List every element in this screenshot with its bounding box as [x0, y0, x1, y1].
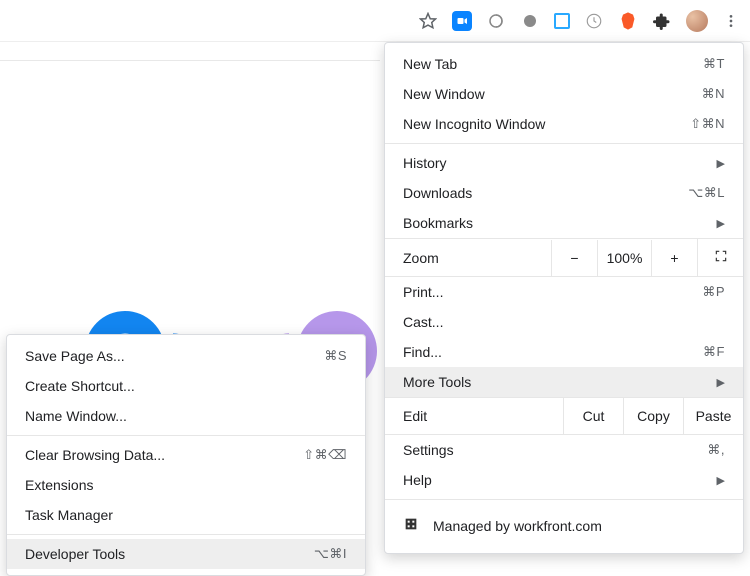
chevron-right-icon: ▶ [717, 376, 725, 389]
menu-label: Downloads [403, 185, 688, 201]
star-icon[interactable] [418, 11, 438, 31]
menu-shortcut: ⌘, [707, 442, 725, 458]
more-tools-submenu: Save Page As... ⌘S Create Shortcut... Na… [6, 334, 366, 576]
edit-label: Edit [403, 398, 563, 434]
menu-label: Bookmarks [403, 215, 711, 231]
menu-zoom-row: Zoom − 100% + [385, 238, 743, 277]
submenu-extensions[interactable]: Extensions [7, 470, 365, 500]
menu-managed-by[interactable]: Managed by workfront.com [385, 506, 743, 545]
menu-history[interactable]: History ▶ [385, 148, 743, 178]
chevron-right-icon: ▶ [717, 217, 725, 230]
menu-label: Settings [403, 442, 707, 458]
extensions-puzzle-icon[interactable] [652, 11, 672, 31]
menu-label: New Incognito Window [403, 116, 690, 132]
submenu-create-shortcut[interactable]: Create Shortcut... [7, 371, 365, 401]
menu-find[interactable]: Find... ⌘F [385, 337, 743, 367]
menu-bookmarks[interactable]: Bookmarks ▶ [385, 208, 743, 238]
menu-settings[interactable]: Settings ⌘, [385, 435, 743, 465]
chevron-right-icon: ▶ [717, 157, 725, 170]
menu-label: Clear Browsing Data... [25, 447, 303, 463]
brave-extension-icon[interactable] [618, 11, 638, 31]
submenu-clear-browsing-data[interactable]: Clear Browsing Data... ⇧⌘⌫ [7, 440, 365, 470]
menu-shortcut: ⇧⌘N [690, 116, 725, 132]
menu-shortcut: ⇧⌘⌫ [303, 447, 347, 463]
chrome-menu-button[interactable] [722, 12, 740, 30]
menu-label: Find... [403, 344, 703, 360]
menu-label: New Tab [403, 56, 703, 72]
browser-toolbar [0, 0, 750, 42]
zoom-extension-icon[interactable] [452, 11, 472, 31]
extension-icon-5[interactable] [584, 11, 604, 31]
menu-shortcut: ⌘N [702, 86, 725, 102]
zoom-value: 100% [597, 240, 651, 276]
profile-avatar[interactable] [686, 10, 708, 32]
extension-icon-4[interactable] [554, 13, 570, 29]
submenu-save-page[interactable]: Save Page As... ⌘S [7, 341, 365, 371]
submenu-developer-tools[interactable]: Developer Tools ⌥⌘I [7, 539, 365, 569]
menu-label: New Window [403, 86, 702, 102]
page-background [0, 60, 380, 340]
menu-shortcut: ⌘F [703, 344, 725, 360]
menu-label: Extensions [25, 477, 347, 493]
menu-label: Save Page As... [25, 348, 324, 364]
menu-downloads[interactable]: Downloads ⌥⌘L [385, 178, 743, 208]
managed-label: Managed by workfront.com [433, 518, 602, 534]
copy-button[interactable]: Copy [623, 398, 683, 434]
menu-label: Developer Tools [25, 546, 314, 562]
menu-separator [385, 499, 743, 500]
menu-label: Cast... [403, 314, 725, 330]
menu-edit-row: Edit Cut Copy Paste [385, 397, 743, 435]
building-icon [403, 516, 419, 535]
chrome-main-menu: New Tab ⌘T New Window ⌘N New Incognito W… [384, 42, 744, 554]
menu-label: Task Manager [25, 507, 347, 523]
submenu-name-window[interactable]: Name Window... [7, 401, 365, 431]
menu-separator [7, 534, 365, 535]
chevron-right-icon: ▶ [717, 474, 725, 487]
cut-button[interactable]: Cut [563, 398, 623, 434]
menu-more-tools[interactable]: More Tools ▶ [385, 367, 743, 397]
menu-shortcut: ⌘S [324, 348, 347, 364]
menu-label: Create Shortcut... [25, 378, 347, 394]
menu-label: Help [403, 472, 711, 488]
menu-new-window[interactable]: New Window ⌘N [385, 79, 743, 109]
menu-help[interactable]: Help ▶ [385, 465, 743, 495]
zoom-out-button[interactable]: − [551, 240, 597, 276]
zoom-in-button[interactable]: + [651, 240, 697, 276]
menu-label: Print... [403, 284, 702, 300]
menu-cast[interactable]: Cast... [385, 307, 743, 337]
paste-button[interactable]: Paste [683, 398, 743, 434]
menu-label: More Tools [403, 374, 711, 390]
menu-separator [7, 435, 365, 436]
menu-print[interactable]: Print... ⌘P [385, 277, 743, 307]
menu-label: Name Window... [25, 408, 347, 424]
extension-icon-2[interactable] [486, 11, 506, 31]
extension-icon-3[interactable] [520, 11, 540, 31]
menu-shortcut: ⌘T [703, 56, 725, 72]
menu-shortcut: ⌘P [702, 284, 725, 300]
submenu-task-manager[interactable]: Task Manager [7, 500, 365, 530]
menu-new-tab[interactable]: New Tab ⌘T [385, 49, 743, 79]
menu-separator [385, 143, 743, 144]
menu-shortcut: ⌥⌘L [688, 185, 725, 201]
menu-label: History [403, 155, 711, 171]
menu-new-incognito[interactable]: New Incognito Window ⇧⌘N [385, 109, 743, 139]
zoom-label: Zoom [403, 240, 551, 276]
fullscreen-button[interactable] [697, 239, 743, 276]
menu-shortcut: ⌥⌘I [314, 546, 347, 562]
